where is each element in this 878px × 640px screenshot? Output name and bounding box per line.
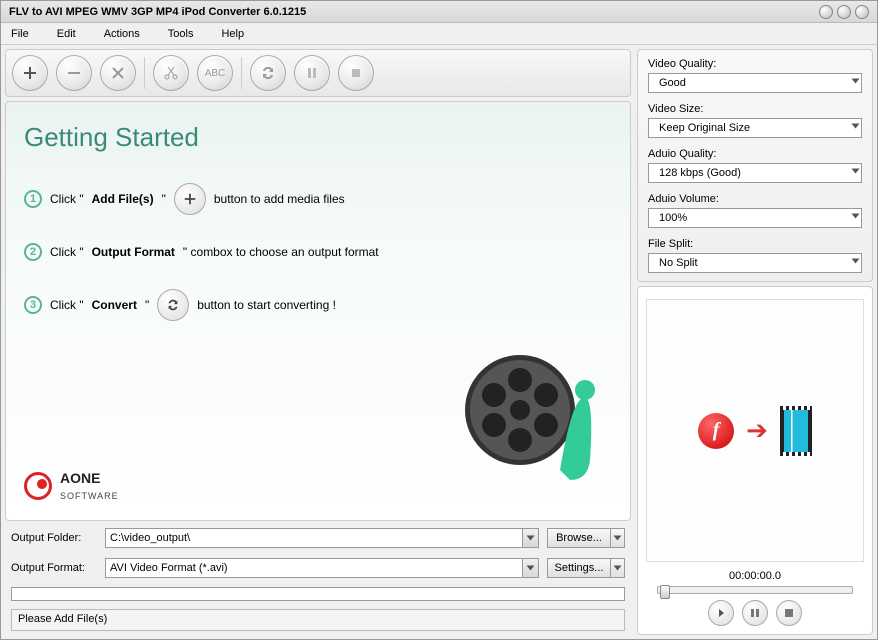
output-folder-label: Output Folder: <box>11 532 97 544</box>
film-icon <box>780 406 812 456</box>
file-split-select[interactable]: No Split <box>648 253 862 273</box>
aone-logo: AONESOFTWARE <box>24 470 119 502</box>
audio-volume-select[interactable]: 100% <box>648 208 862 228</box>
preview-panel: f ➔ 00:00:00.0 <box>637 286 873 635</box>
maximize-button[interactable] <box>837 5 851 19</box>
chevron-down-icon <box>522 529 538 547</box>
close-button[interactable] <box>855 5 869 19</box>
cut-button[interactable] <box>153 55 189 91</box>
convert-icon <box>157 289 189 321</box>
chevron-down-icon <box>853 122 858 130</box>
step-1-number: 1 <box>24 190 42 208</box>
chevron-down-icon <box>853 257 858 265</box>
pause-preview-button[interactable] <box>742 600 768 626</box>
video-quality-select[interactable]: Good <box>648 73 862 93</box>
audio-quality-select[interactable]: 128 kbps (Good) <box>648 163 862 183</box>
menu-actions[interactable]: Actions <box>104 28 140 40</box>
chevron-down-icon <box>853 77 858 85</box>
audio-volume-label: Aduio Volume: <box>648 193 862 205</box>
settings-button[interactable]: Settings... <box>547 558 625 578</box>
convert-button[interactable] <box>250 55 286 91</box>
remove-button[interactable] <box>56 55 92 91</box>
arrow-right-icon: ➔ <box>746 415 768 446</box>
step-1: 1 Click "Add File(s)" button to add medi… <box>24 183 612 215</box>
output-format-row: Output Format: AVI Video Format (*.avi) … <box>5 555 631 581</box>
minimize-button[interactable] <box>819 5 833 19</box>
menu-edit[interactable]: Edit <box>57 28 76 40</box>
plus-icon <box>174 183 206 215</box>
toolbar: ABC <box>5 49 631 97</box>
chevron-down-icon <box>853 212 858 220</box>
step-3: 3 Click "Convert" button to start conver… <box>24 289 612 321</box>
menu-file[interactable]: File <box>11 28 29 40</box>
menu-help[interactable]: Help <box>221 28 244 40</box>
output-folder-row: Output Folder: C:\video_output\ Browse..… <box>5 525 631 551</box>
step-2-number: 2 <box>24 243 42 261</box>
film-reel-icon <box>450 330 610 490</box>
logo-icon <box>24 472 52 500</box>
rename-button[interactable]: ABC <box>197 55 233 91</box>
preview-image: f ➔ <box>646 299 864 562</box>
preview-slider[interactable] <box>657 586 853 594</box>
video-quality-label: Video Quality: <box>648 58 862 70</box>
add-button[interactable] <box>12 55 48 91</box>
video-size-select[interactable]: Keep Original Size <box>648 118 862 138</box>
step-2: 2 Click "Output Format" combox to choose… <box>24 243 612 261</box>
chevron-down-icon <box>522 559 538 577</box>
audio-quality-label: Aduio Quality: <box>648 148 862 160</box>
flash-icon: f <box>698 413 734 449</box>
getting-started-heading: Getting Started <box>24 122 612 153</box>
stop-button[interactable] <box>338 55 374 91</box>
output-folder-combo[interactable]: C:\video_output\ <box>105 528 539 548</box>
file-split-label: File Split: <box>648 238 862 250</box>
menubar: File Edit Actions Tools Help <box>1 23 877 45</box>
output-format-combo[interactable]: AVI Video Format (*.avi) <box>105 558 539 578</box>
titlebar: FLV to AVI MPEG WMV 3GP MP4 iPod Convert… <box>1 1 877 23</box>
output-format-label: Output Format: <box>11 562 97 574</box>
step-3-number: 3 <box>24 296 42 314</box>
progress-bar <box>11 587 625 601</box>
browse-button[interactable]: Browse... <box>547 528 625 548</box>
chevron-down-icon <box>610 559 624 577</box>
play-button[interactable] <box>708 600 734 626</box>
chevron-down-icon <box>610 529 624 547</box>
preview-time: 00:00:00.0 <box>729 570 781 582</box>
settings-panel: Video Quality: Good Video Size: Keep Ori… <box>637 49 873 282</box>
menu-tools[interactable]: Tools <box>168 28 194 40</box>
clear-button[interactable] <box>100 55 136 91</box>
status-bar: Please Add File(s) <box>11 609 625 631</box>
pause-button[interactable] <box>294 55 330 91</box>
stop-preview-button[interactable] <box>776 600 802 626</box>
chevron-down-icon <box>853 167 858 175</box>
window-title: FLV to AVI MPEG WMV 3GP MP4 iPod Convert… <box>9 6 819 18</box>
video-size-label: Video Size: <box>648 103 862 115</box>
getting-started-panel: Getting Started 1 Click "Add File(s)" bu… <box>5 101 631 521</box>
